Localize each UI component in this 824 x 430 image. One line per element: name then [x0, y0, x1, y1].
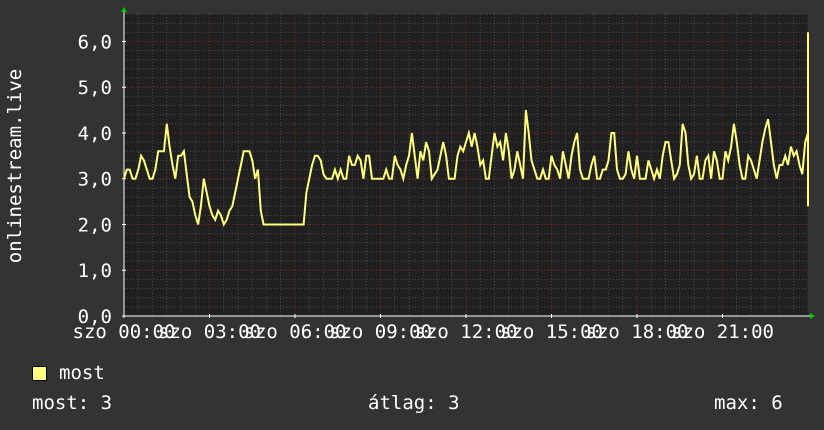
- x-tick-label: szo 21:00: [671, 321, 774, 343]
- y-tick-label: 5,0: [78, 77, 112, 99]
- legend-label: most: [59, 362, 105, 384]
- y-tick-label: 2,0: [78, 214, 112, 236]
- stat-current: most: 3: [32, 392, 113, 414]
- y-tick-label: 6,0: [78, 31, 112, 53]
- chart-area: 0,01,02,03,04,05,06,0szo 00:00szo 03:00s…: [73, 7, 815, 343]
- y-axis-label-text: onlinestream.live: [4, 68, 26, 264]
- stat-max: max: 6: [714, 392, 783, 414]
- y-axis-label: onlinestream.live: [4, 56, 26, 276]
- y-axis-arrow: [121, 7, 127, 12]
- y-tick-label: 4,0: [78, 123, 112, 145]
- legend: most: [32, 362, 105, 384]
- stat-average: átlag: 3: [368, 392, 460, 414]
- y-tick-label: 1,0: [78, 260, 112, 282]
- y-tick-label: 3,0: [78, 169, 112, 191]
- legend-swatch: [32, 365, 47, 381]
- x-axis-arrow: [810, 313, 815, 319]
